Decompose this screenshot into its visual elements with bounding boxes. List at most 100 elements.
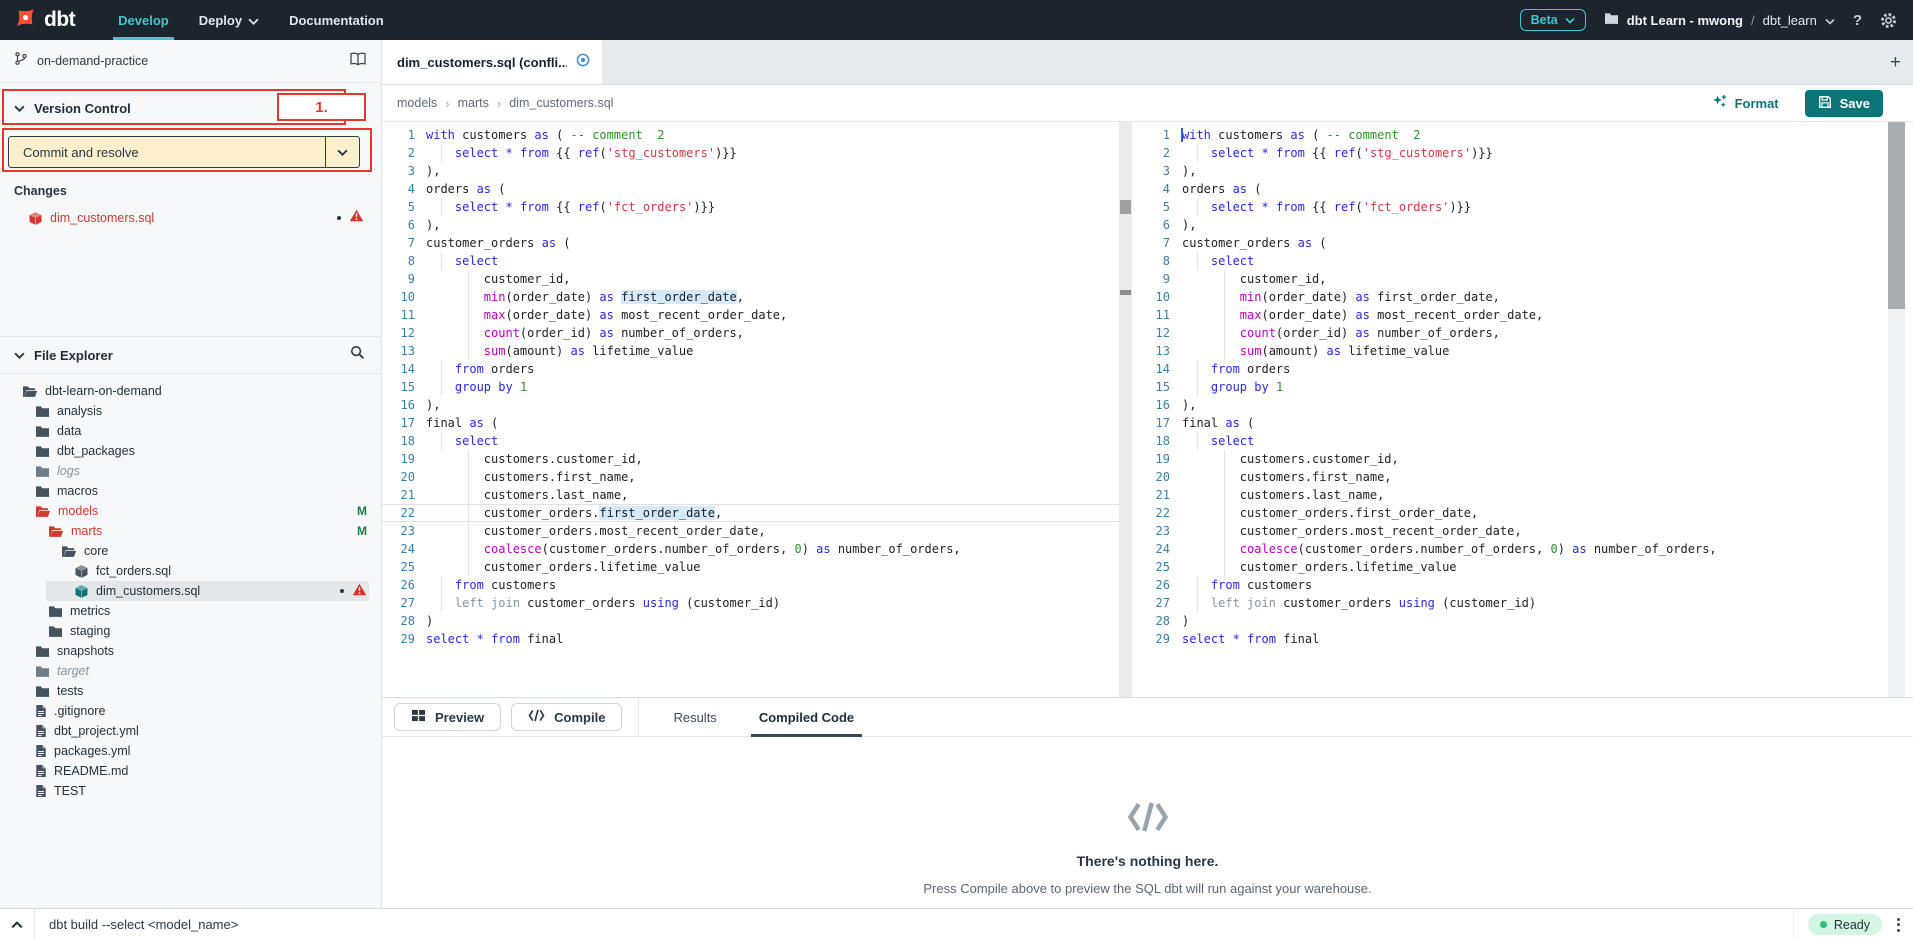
tree-item-macros[interactable]: macros [0,481,381,501]
code-line-18[interactable]: 18 select [1140,432,1888,450]
nav-item-documentation[interactable]: Documentation [274,0,399,40]
code-line-5[interactable]: 5 select * from {{ ref('fct_orders')}} [382,198,1119,216]
code-line-12[interactable]: 12 count(order_id) as number_of_orders, [382,324,1119,342]
code-line-18[interactable]: 18 select [382,432,1119,450]
code-line-5[interactable]: 5 select * from {{ ref('fct_orders')}} [1140,198,1888,216]
tree-item-dbt-learn-on-demand[interactable]: dbt-learn-on-demand [0,381,381,401]
version-control-header[interactable]: Version Control [0,90,346,126]
code-line-3[interactable]: 3), [382,162,1119,180]
code-line-1[interactable]: 1with customers as ( -- comment 2 [382,126,1119,144]
tree-item-dbt-packages[interactable]: dbt_packages [0,441,381,461]
logo[interactable]: dbt [0,0,75,40]
code-line-29[interactable]: 29select * from final [382,630,1119,648]
code-line-21[interactable]: 21 customers.last_name, [382,486,1119,504]
file-explorer-header[interactable]: File Explorer [0,336,381,374]
tree-item--gitignore[interactable]: .gitignore [0,701,381,721]
docs-book-icon[interactable] [349,52,367,71]
code-line-12[interactable]: 12 count(order_id) as number_of_orders, [1140,324,1888,342]
tree-item-dbt-project-yml[interactable]: dbt_project.yml [0,721,381,741]
tree-item-metrics[interactable]: metrics [0,601,381,621]
code-line-24[interactable]: 24 coalesce(customer_orders.number_of_or… [382,540,1119,558]
tree-item-logs[interactable]: logs [0,461,381,481]
tree-item-staging[interactable]: staging [0,621,381,641]
code-line-9[interactable]: 9 customer_id, [1140,270,1888,288]
commit-and-resolve-button[interactable]: Commit and resolve [8,136,360,168]
tree-item-data[interactable]: data [0,421,381,441]
code-line-10[interactable]: 10 min(order_date) as first_order_date, [1140,288,1888,306]
code-line-1[interactable]: 1with customers as ( -- comment 2 [1140,126,1888,144]
tree-item-models[interactable]: modelsM [0,501,381,521]
tree-item-snapshots[interactable]: snapshots [0,641,381,661]
tree-item-analysis[interactable]: analysis [0,401,381,421]
code-line-17[interactable]: 17final as ( [382,414,1119,432]
nav-item-develop[interactable]: Develop [103,0,184,40]
ready-status-badge[interactable]: Ready [1808,914,1882,935]
code-line-7[interactable]: 7customer_orders as ( [382,234,1119,252]
tree-item-target[interactable]: target [0,661,381,681]
code-line-22[interactable]: 22 customer_orders.first_order_date, [382,504,1119,522]
tree-item-dim-customers-sql[interactable]: dim_customers.sql [0,581,381,601]
help-icon[interactable]: ? [1853,12,1862,29]
changes-file-row[interactable]: dim_customers.sql [0,208,381,228]
code-line-14[interactable]: 14 from orders [1140,360,1888,378]
modified-circle-dot-icon[interactable] [576,53,590,72]
tree-item-marts[interactable]: martsM [0,521,381,541]
code-line-14[interactable]: 14 from orders [382,360,1119,378]
beta-toggle[interactable]: Beta [1520,9,1586,31]
scrollbar-thumb[interactable] [1888,122,1905,309]
tree-item-packages-yml[interactable]: packages.yml [0,741,381,761]
gear-icon[interactable] [1880,12,1897,29]
code-line-26[interactable]: 26 from customers [382,576,1119,594]
editor-pane-left[interactable]: 1with customers as ( -- comment 22 selec… [382,122,1119,697]
chevron-up-icon[interactable] [0,909,35,940]
code-line-9[interactable]: 9 customer_id, [382,270,1119,288]
search-icon[interactable] [350,345,365,365]
code-line-26[interactable]: 26 from customers [1140,576,1888,594]
scrollbar-thumb[interactable] [1120,200,1131,214]
code-line-4[interactable]: 4orders as ( [382,180,1119,198]
code-line-23[interactable]: 23 customer_orders.most_recent_order_dat… [1140,522,1888,540]
code-line-25[interactable]: 25 customer_orders.lifetime_value [1140,558,1888,576]
code-line-19[interactable]: 19 customers.customer_id, [1140,450,1888,468]
new-tab-plus-icon[interactable]: + [1890,40,1901,85]
code-line-16[interactable]: 16), [1140,396,1888,414]
code-line-2[interactable]: 2 select * from {{ ref('stg_customers')}… [382,144,1119,162]
code-line-4[interactable]: 4orders as ( [1140,180,1888,198]
tree-item-core[interactable]: core [0,541,381,561]
compile-button[interactable]: Compile [511,703,622,731]
code-line-19[interactable]: 19 customers.customer_id, [382,450,1119,468]
account-selector[interactable]: dbt Learn - mwong / dbt_learn [1604,12,1835,28]
command-input[interactable]: dbt build --select <model_name> [35,917,1793,932]
code-line-15[interactable]: 15 group by 1 [1140,378,1888,396]
code-line-13[interactable]: 13 sum(amount) as lifetime_value [382,342,1119,360]
code-line-6[interactable]: 6), [1140,216,1888,234]
commit-dropdown-caret[interactable] [325,137,359,167]
code-line-2[interactable]: 2 select * from {{ ref('stg_customers')}… [1140,144,1888,162]
tree-item-test[interactable]: TEST [0,781,381,801]
code-line-11[interactable]: 11 max(order_date) as most_recent_order_… [382,306,1119,324]
left-pane-scrollbar[interactable] [1119,122,1132,697]
code-line-29[interactable]: 29select * from final [1140,630,1888,648]
code-line-8[interactable]: 8 select [1140,252,1888,270]
code-line-10[interactable]: 10 min(order_date) as first_order_date, [382,288,1119,306]
breadcrumb-file[interactable]: dim_customers.sql [509,96,613,110]
format-button[interactable]: Format [1712,94,1779,112]
code-line-11[interactable]: 11 max(order_date) as most_recent_order_… [1140,306,1888,324]
code-line-28[interactable]: 28) [1140,612,1888,630]
code-line-24[interactable]: 24 coalesce(customer_orders.number_of_or… [1140,540,1888,558]
code-line-7[interactable]: 7customer_orders as ( [1140,234,1888,252]
tree-item-tests[interactable]: tests [0,681,381,701]
tab-compiled-code[interactable]: Compiled Code [751,698,862,737]
code-line-27[interactable]: 27 left join customer_orders using (cust… [1140,594,1888,612]
code-line-13[interactable]: 13 sum(amount) as lifetime_value [1140,342,1888,360]
tree-item-readme-md[interactable]: README.md [0,761,381,781]
code-line-3[interactable]: 3), [1140,162,1888,180]
breadcrumb-models[interactable]: models [397,96,437,110]
tab-dim-customers[interactable]: dim_customers.sql (confli... [382,40,602,84]
code-line-6[interactable]: 6), [382,216,1119,234]
code-line-22[interactable]: 22 customer_orders.first_order_date, [1140,504,1888,522]
code-line-16[interactable]: 16), [382,396,1119,414]
tree-item-fct-orders-sql[interactable]: fct_orders.sql [0,561,381,581]
code-line-23[interactable]: 23 customer_orders.most_recent_order_dat… [382,522,1119,540]
code-line-21[interactable]: 21 customers.last_name, [1140,486,1888,504]
